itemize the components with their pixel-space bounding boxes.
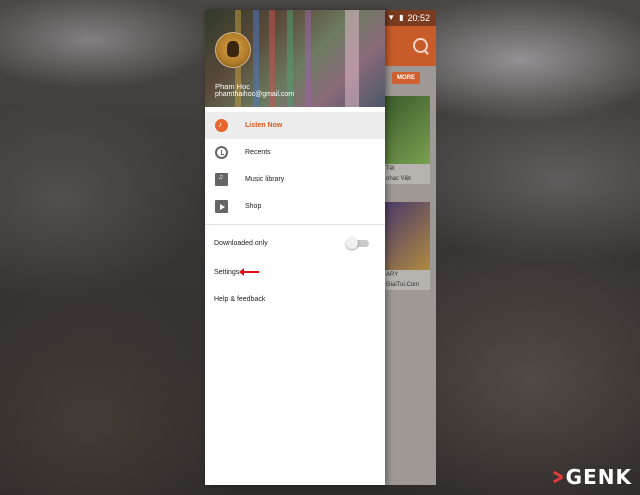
drawer-menu: Listen Now Recents Music library Shop Do… [205,107,385,313]
help-feedback-item[interactable]: Help & feedback [205,286,385,313]
drawer-header: Pham Hoc phamthaihoc@gmail.com [205,10,385,107]
battery-icon: ▮ [399,13,404,22]
settings-label: Settings [214,269,240,276]
watermark-text: GENK [565,465,632,489]
shop-icon [215,200,228,213]
menu-item-recents[interactable]: Recents [205,139,385,166]
album-subcaption: nhạc Việt [386,176,411,182]
more-button[interactable]: MORE [392,72,420,84]
downloaded-only-label: Downloaded only [214,240,268,247]
downloaded-only-toggle[interactable] [346,237,369,249]
menu-item-music-library[interactable]: Music library [205,166,385,193]
album-subcaption: GiaiTui.Com [386,282,420,288]
user-name: Pham Hoc [215,82,251,91]
downloaded-only-row[interactable]: Downloaded only [205,229,385,259]
genk-logo-icon [553,470,563,484]
genk-watermark: GENK [553,465,632,489]
status-time: 20:52 [407,13,430,23]
signal-icon: ▼ [387,13,396,22]
album-caption: ARY [386,272,399,278]
album-card[interactable]: Tết nhạc Việt [384,96,430,184]
user-email[interactable]: phamthaihoc@gmail.com [215,91,294,98]
library-icon [215,173,228,186]
menu-item-listen-now[interactable]: Listen Now [205,112,385,139]
menu-item-label: Music library [245,176,285,183]
album-caption: Tết [386,166,395,172]
menu-item-label: Shop [245,203,262,210]
album-thumbnail [384,96,430,164]
help-feedback-label: Help & feedback [214,296,266,303]
divider [205,224,385,225]
history-icon [215,146,228,159]
album-thumbnail [384,202,430,270]
settings-item[interactable]: Settings [205,259,385,286]
headphones-icon [215,119,228,132]
album-card[interactable]: ARY GiaiTui.Com [384,202,430,290]
avatar[interactable] [215,32,251,68]
red-arrow-annotation [239,268,259,276]
menu-item-label: Listen Now [245,122,283,129]
menu-item-label: Recents [245,149,271,156]
search-icon[interactable] [413,38,428,53]
menu-item-shop[interactable]: Shop [205,193,385,220]
navigation-drawer: Pham Hoc phamthaihoc@gmail.com Listen No… [205,10,385,485]
